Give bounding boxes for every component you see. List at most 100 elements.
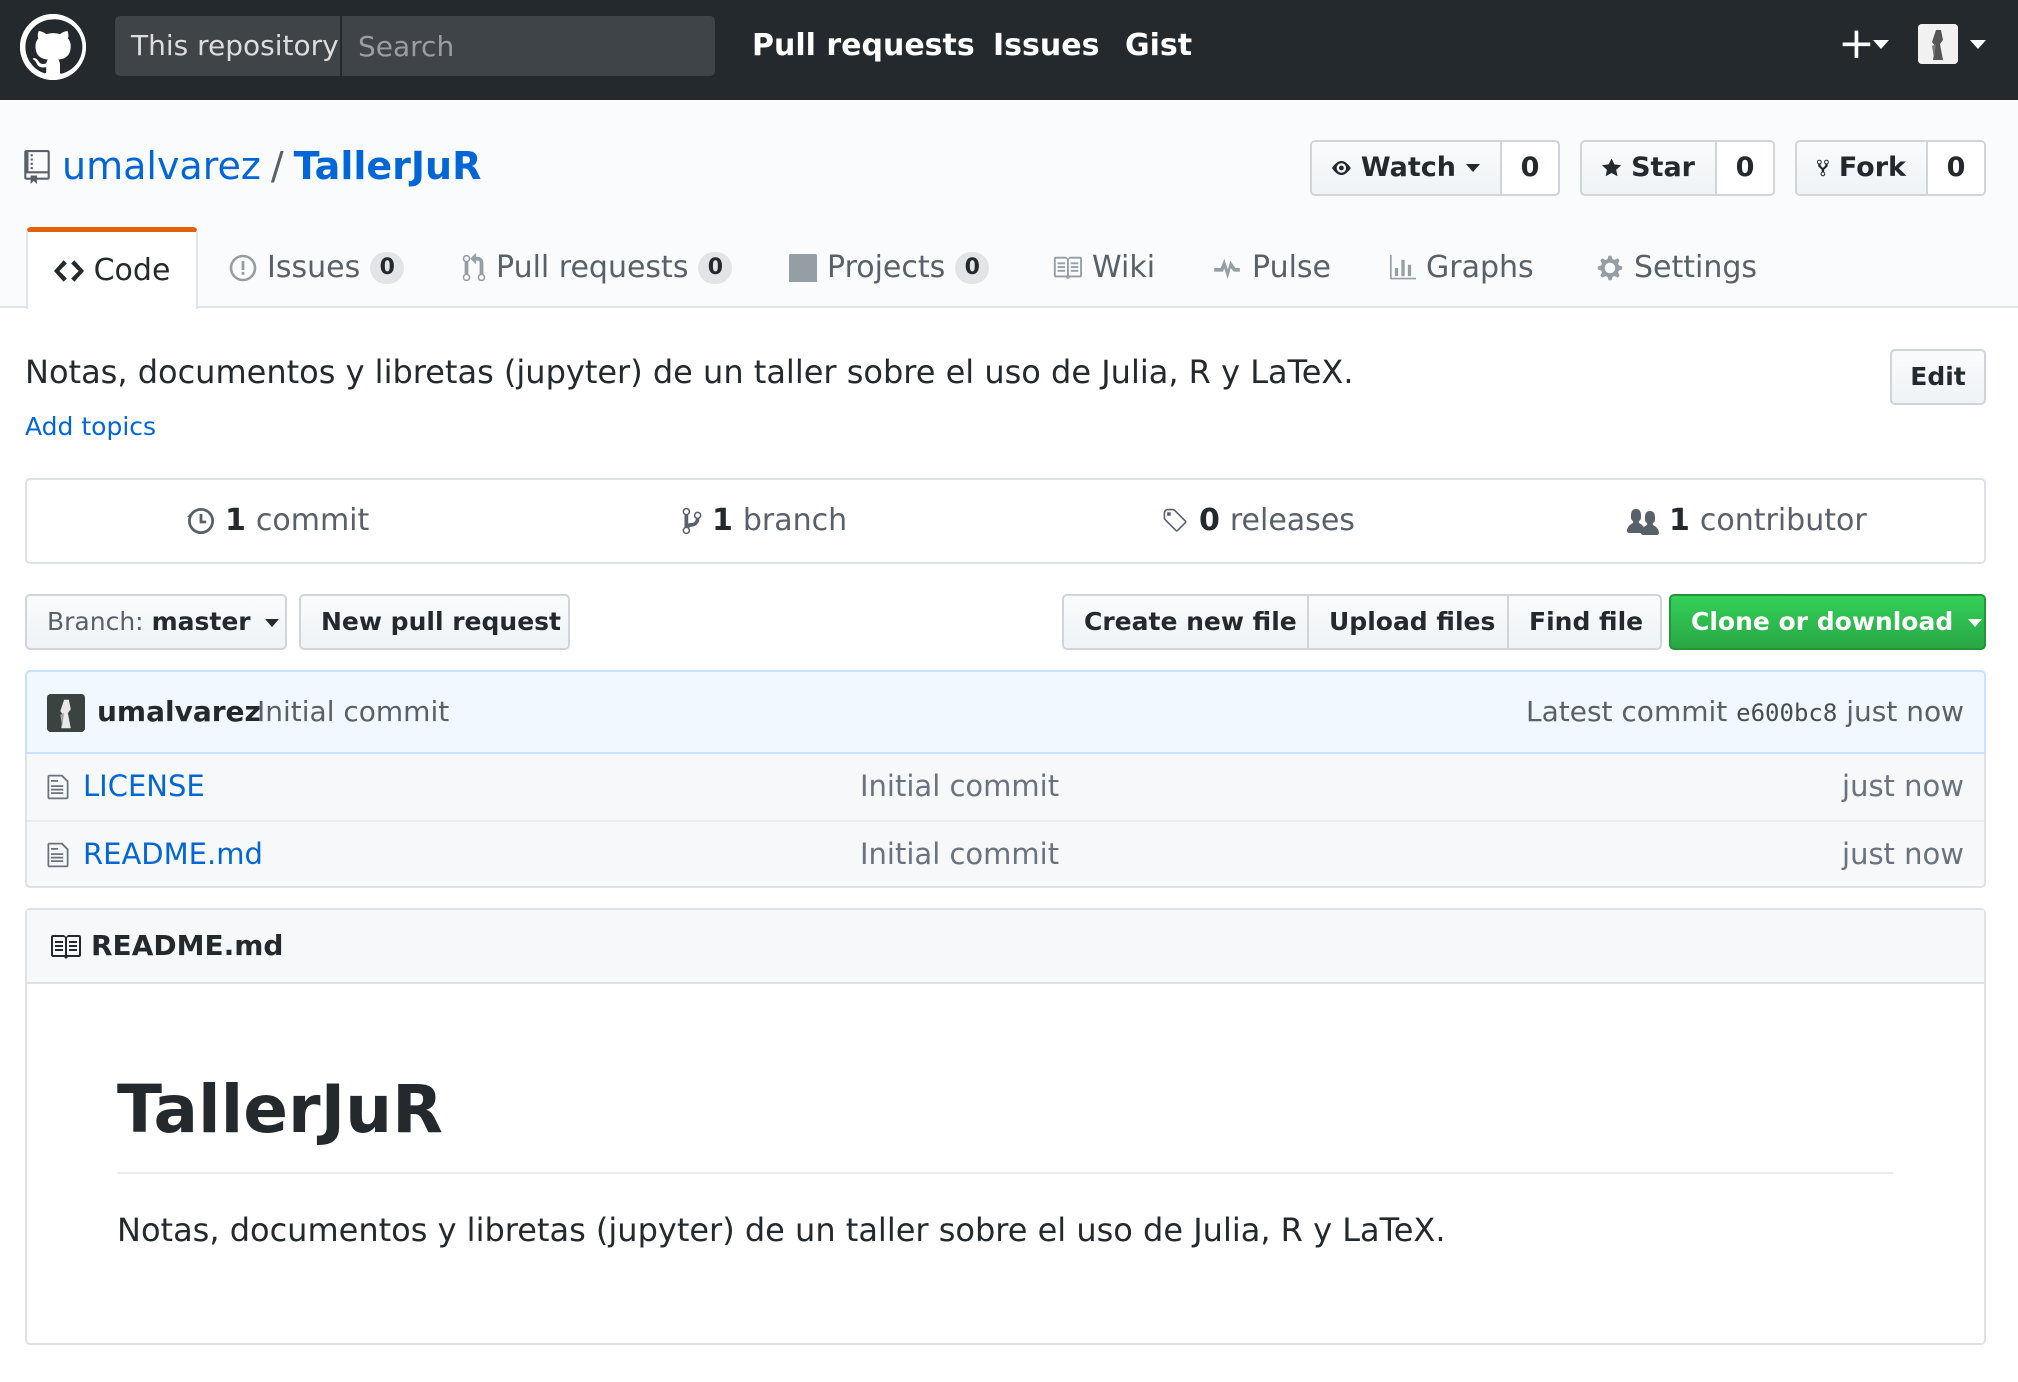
commits-label: commit xyxy=(255,503,370,538)
file-row: LICENSE Initial commit just now xyxy=(27,754,1984,820)
new-pull-request-button[interactable]: New pull request xyxy=(299,594,570,650)
tab-issues[interactable]: Issues 0 xyxy=(229,228,405,308)
contributors-summary[interactable]: 1 contributor xyxy=(1627,480,1867,562)
branches-summary[interactable]: 1 branch xyxy=(682,480,847,562)
github-logo-icon[interactable] xyxy=(20,14,86,80)
readme-paragraph: Notas, documentos y libretas (jupyter) d… xyxy=(117,1211,1446,1249)
readme-divider xyxy=(117,1172,1893,1174)
tab-pulse-label: Pulse xyxy=(1252,250,1331,285)
commit-message-link[interactable]: Initial commit xyxy=(257,672,449,752)
tag-icon xyxy=(1163,508,1187,532)
nav-pull-requests[interactable]: Pull requests xyxy=(752,0,975,100)
watch-count[interactable]: 0 xyxy=(1502,142,1558,194)
nav-issues[interactable]: Issues xyxy=(993,0,1099,100)
commit-age: just now xyxy=(1846,695,1964,728)
repo-description: Notas, documentos y libretas (jupyter) d… xyxy=(25,353,1354,391)
book-icon xyxy=(51,935,81,959)
branch-select-button[interactable]: Branch: master xyxy=(25,594,287,650)
new-menu-caret-icon[interactable] xyxy=(1873,40,1889,49)
repo-title: umalvarez / TallerJuR xyxy=(62,138,481,194)
edit-description-button[interactable]: Edit xyxy=(1890,349,1986,405)
tab-pull-requests-label: Pull requests xyxy=(496,250,689,285)
add-topics-link[interactable]: Add topics xyxy=(25,410,156,444)
fork-group: Fork 0 xyxy=(1795,140,1986,196)
search-scope-label[interactable]: This repository xyxy=(115,16,342,76)
branches-label: branch xyxy=(742,503,848,538)
clone-caret-icon xyxy=(1967,619,1982,627)
tab-pull-requests[interactable]: Pull requests 0 xyxy=(462,228,733,308)
issue-icon xyxy=(229,254,257,282)
top-header: This repository Pull requests Issues Gis… xyxy=(0,0,2018,100)
repo-icon xyxy=(24,150,50,184)
gear-icon xyxy=(1597,255,1623,281)
tab-issues-count: 0 xyxy=(370,252,405,284)
user-menu-caret-icon[interactable] xyxy=(1970,40,1986,49)
fork-icon xyxy=(1817,159,1829,177)
numbers-summary: 1 commit 1 branch 0 releases 1 contribut… xyxy=(25,478,1986,564)
people-icon xyxy=(1627,509,1659,535)
watch-button[interactable]: Watch xyxy=(1312,142,1502,194)
clone-or-download-button[interactable]: Clone or download xyxy=(1669,594,1986,650)
file-name-link[interactable]: LICENSE xyxy=(83,754,205,818)
tab-code[interactable]: Code xyxy=(26,227,198,309)
file-name-link[interactable]: README.md xyxy=(83,822,263,886)
star-count[interactable]: 0 xyxy=(1717,142,1773,194)
tab-pulse[interactable]: Pulse xyxy=(1212,228,1331,308)
file-age: just now xyxy=(1842,837,1964,871)
commit-author-link[interactable]: umalvarez xyxy=(97,672,261,752)
history-icon xyxy=(187,507,215,535)
tab-settings[interactable]: Settings xyxy=(1596,228,1757,308)
repo-owner-link[interactable]: umalvarez xyxy=(62,144,261,188)
fork-button[interactable]: Fork xyxy=(1797,142,1928,194)
commit-tease: umalvarez Initial commit Latest commit e… xyxy=(25,670,1986,754)
star-group: Star 0 xyxy=(1580,140,1775,196)
tab-projects-label: Projects xyxy=(827,250,946,285)
fork-label: Fork xyxy=(1838,152,1906,183)
file-text-icon xyxy=(47,774,69,800)
tab-graphs[interactable]: Graphs xyxy=(1390,228,1534,308)
file-commit-message[interactable]: Initial commit xyxy=(860,822,1059,886)
search-input[interactable] xyxy=(344,16,715,76)
tab-wiki-label: Wiki xyxy=(1092,250,1156,285)
nav-gist[interactable]: Gist xyxy=(1125,0,1192,100)
contributors-label: contributor xyxy=(1699,503,1867,538)
watch-group: Watch 0 xyxy=(1310,140,1560,196)
fork-count[interactable]: 0 xyxy=(1928,142,1984,194)
star-button[interactable]: Star xyxy=(1582,142,1717,194)
find-file-button[interactable]: Find file xyxy=(1509,596,1660,648)
plus-icon[interactable]: + xyxy=(1838,20,1875,68)
tab-pull-requests-count: 0 xyxy=(698,252,733,284)
create-new-file-button[interactable]: Create new file xyxy=(1064,596,1309,648)
graph-icon xyxy=(1390,255,1416,280)
tab-wiki[interactable]: Wiki xyxy=(1052,228,1155,308)
file-commit-message[interactable]: Initial commit xyxy=(860,754,1059,818)
pulse-icon xyxy=(1214,258,1240,279)
branch-prefix: Branch: xyxy=(47,607,144,636)
user-avatar[interactable] xyxy=(1918,24,1958,64)
readme-heading: TallerJuR xyxy=(117,1071,443,1148)
pull-request-icon xyxy=(462,253,486,282)
releases-label: releases xyxy=(1229,503,1355,538)
releases-summary[interactable]: 0 releases xyxy=(1161,480,1355,562)
branch-name: master xyxy=(151,607,251,636)
tab-graphs-label: Graphs xyxy=(1426,250,1534,285)
readme-header: README.md xyxy=(27,910,1984,984)
readme-filename: README.md xyxy=(91,929,284,962)
tab-projects-count: 0 xyxy=(955,252,990,284)
upload-files-button[interactable]: Upload files xyxy=(1309,596,1509,648)
file-actions-group: Create new file Upload files Find file xyxy=(1062,594,1662,650)
tab-issues-label: Issues xyxy=(267,250,361,285)
branch-icon xyxy=(682,507,702,535)
search-box: This repository xyxy=(115,16,715,76)
repo-name-link[interactable]: TallerJuR xyxy=(294,144,482,188)
commit-author-avatar[interactable] xyxy=(47,694,85,732)
tab-projects[interactable]: Projects 0 xyxy=(789,228,990,308)
releases-count: 0 xyxy=(1199,503,1220,538)
file-row: README.md Initial commit just now xyxy=(27,820,1984,886)
project-icon xyxy=(789,254,817,282)
repo-separator: / xyxy=(270,144,284,188)
book-icon xyxy=(1053,256,1082,280)
commits-summary[interactable]: 1 commit xyxy=(187,480,369,562)
tab-code-label: Code xyxy=(93,252,171,288)
commit-sha-link[interactable]: e600bc8 xyxy=(1736,699,1837,727)
